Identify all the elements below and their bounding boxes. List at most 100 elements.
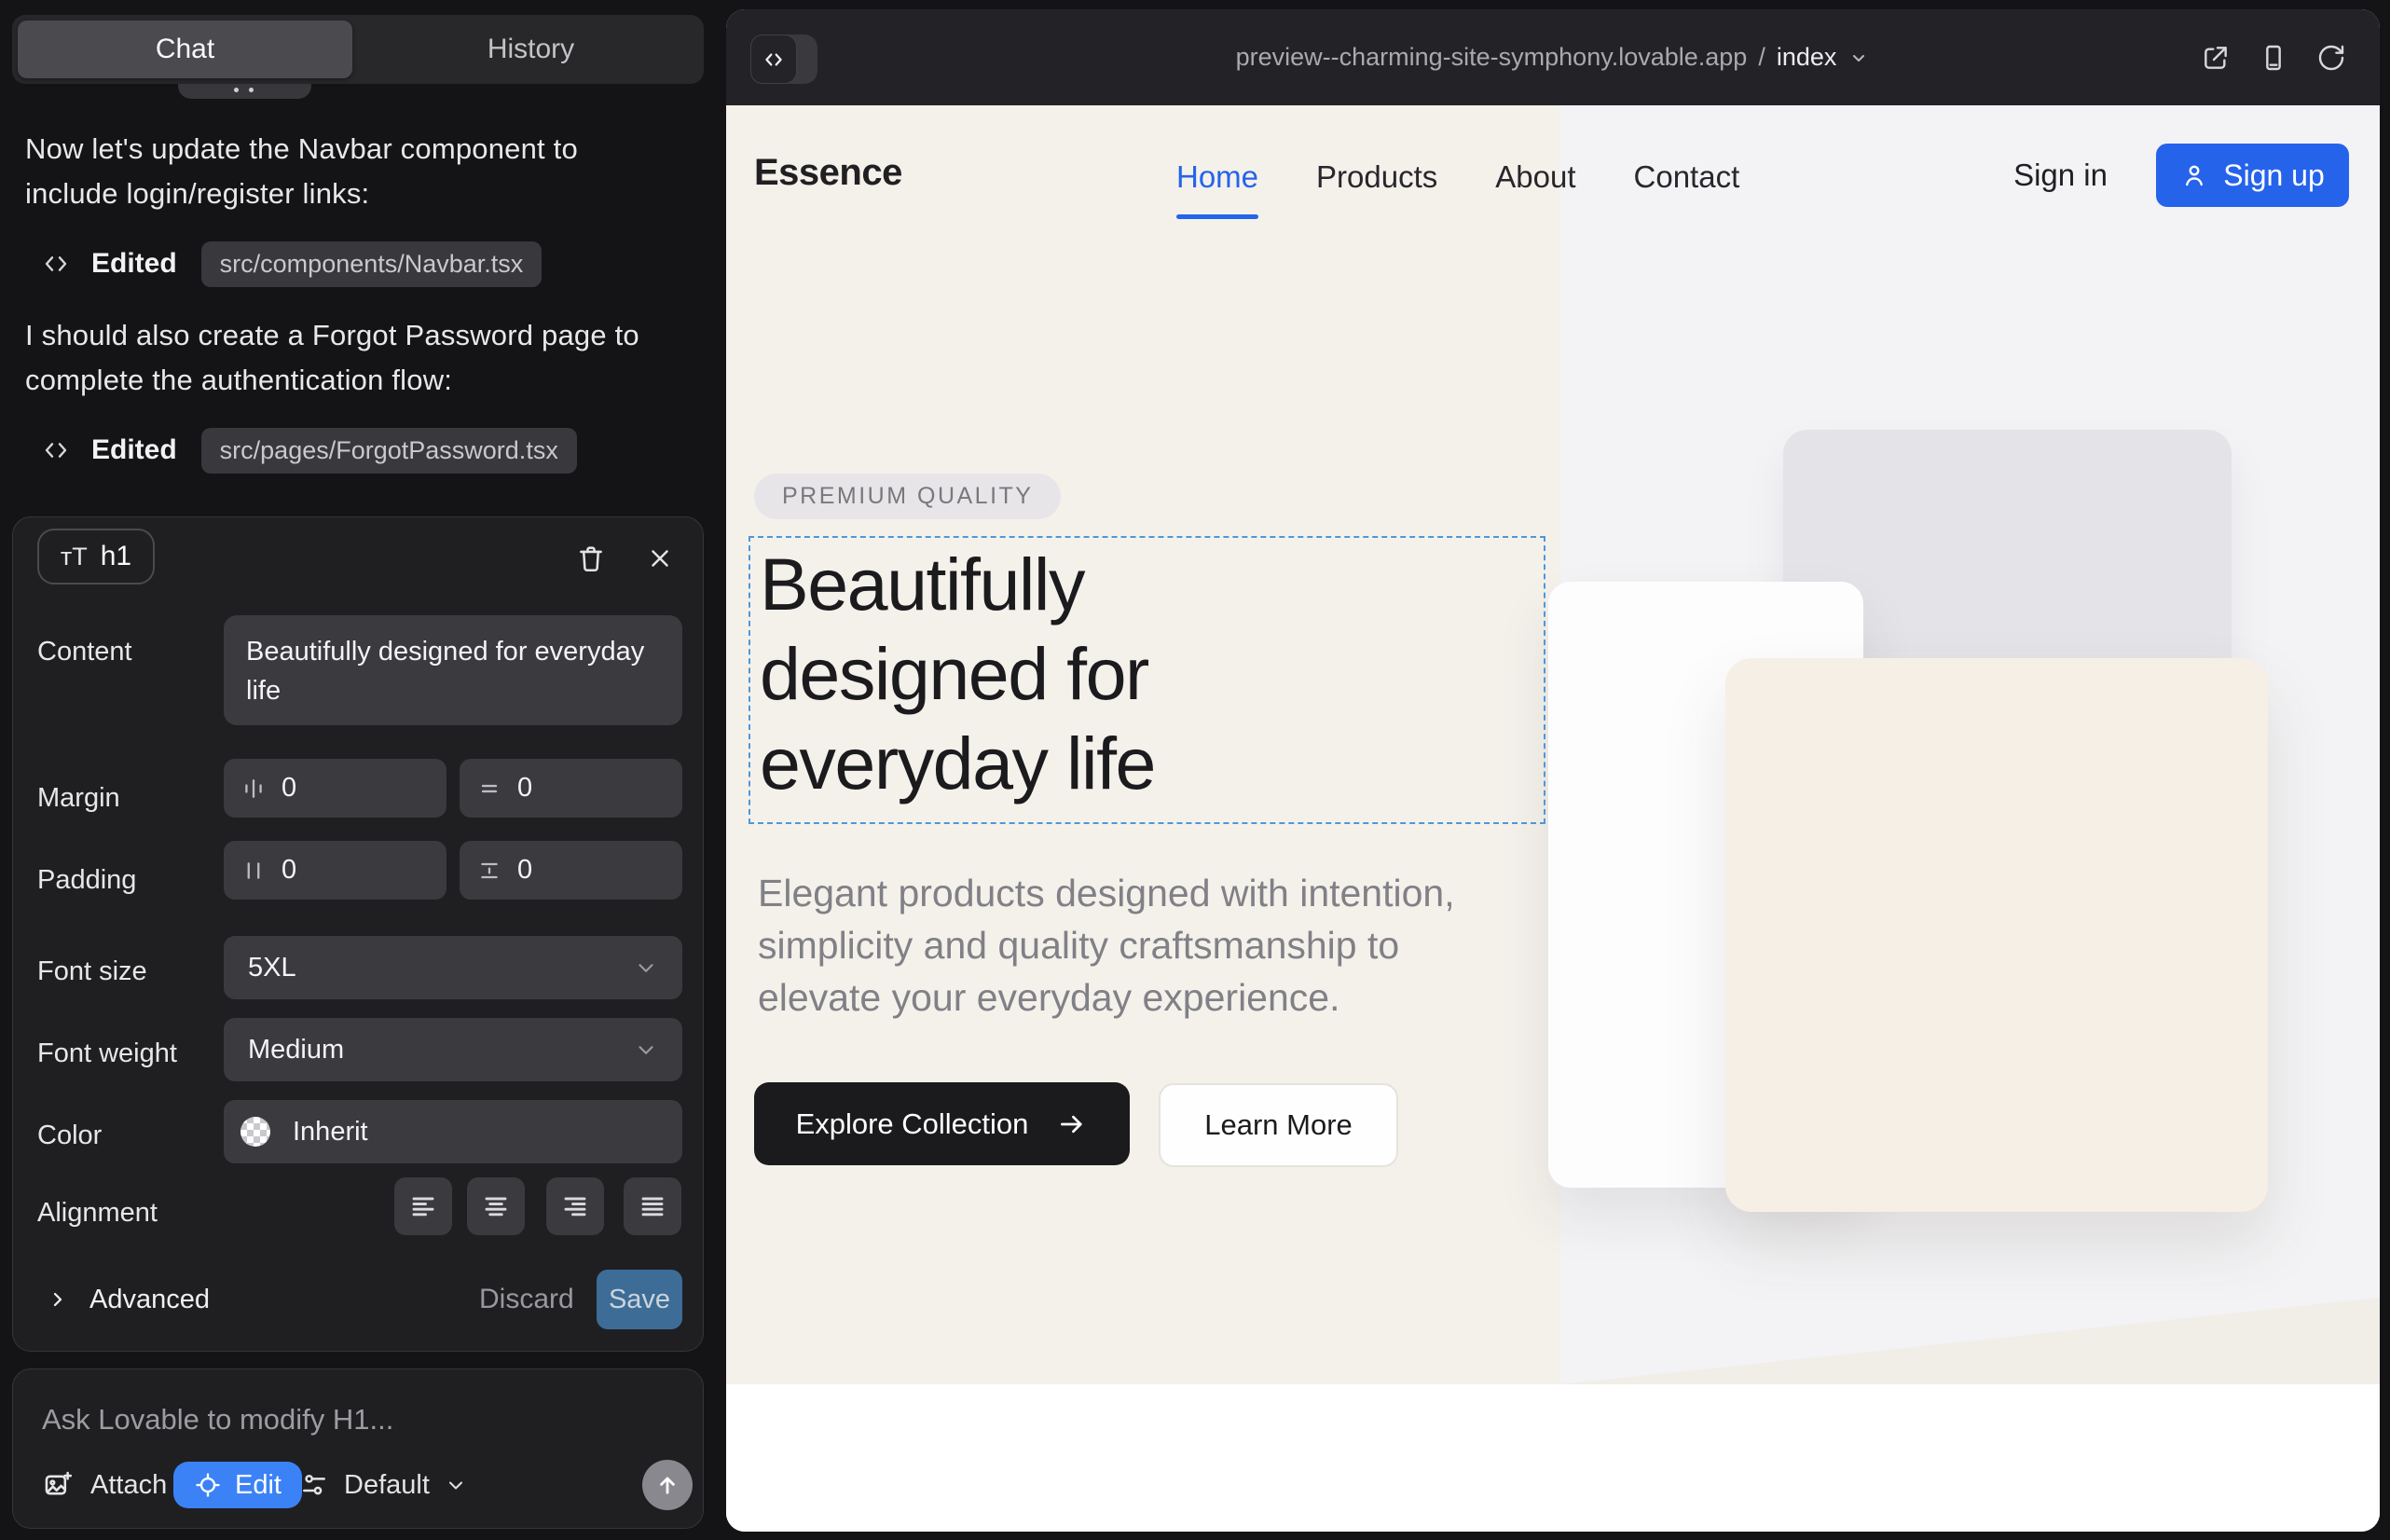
- close-icon: [646, 544, 674, 572]
- edit-label: Edit: [235, 1470, 282, 1501]
- hero-title-line: Beautifully: [760, 540, 1155, 629]
- align-justify-button[interactable]: [624, 1177, 681, 1235]
- premium-quality-badge: PREMIUM QUALITY: [754, 474, 1061, 519]
- code-icon: [41, 249, 71, 279]
- element-editor-panel: тT h1 Content Beautifully designed for e…: [12, 516, 704, 1352]
- padding-label: Padding: [37, 865, 136, 896]
- padding-x-value: 0: [282, 855, 296, 886]
- editor-footer: Advanced Discard Save: [13, 1269, 705, 1330]
- element-tag-label: h1: [101, 541, 131, 572]
- color-value: Inherit: [293, 1117, 368, 1148]
- site-canvas: Essence Home Products About Contact Sign…: [726, 105, 2380, 1532]
- align-center-button[interactable]: [467, 1177, 525, 1235]
- alignment-label: Alignment: [37, 1198, 158, 1229]
- margin-x-value: 0: [282, 773, 296, 804]
- sliders-icon: [299, 1470, 329, 1500]
- sign-up-label: Sign up: [2223, 158, 2325, 193]
- site-logo[interactable]: Essence: [754, 152, 902, 194]
- font-weight-select[interactable]: Medium: [224, 1018, 682, 1081]
- color-label: Color: [37, 1121, 102, 1151]
- arrow-right-icon: [1056, 1108, 1088, 1140]
- arrow-up-icon: [654, 1472, 680, 1498]
- edited-file-row: Edited src/pages/ForgotPassword.tsx: [41, 427, 577, 474]
- nav-link-contact[interactable]: Contact: [1634, 159, 1740, 195]
- h1-selection-outline[interactable]: Beautifully designed for everyday life: [749, 536, 1545, 824]
- user-icon: [2180, 161, 2208, 189]
- nav-link-products[interactable]: Products: [1316, 159, 1437, 195]
- font-size-label: Font size: [37, 956, 147, 987]
- preview-url-selector[interactable]: preview--charming-site-symphony.lovable.…: [726, 9, 2380, 105]
- type-icon: тT: [61, 543, 88, 571]
- chevron-down-icon: [634, 956, 658, 980]
- composer-placeholder[interactable]: Ask Lovable to modify H1...: [42, 1403, 393, 1437]
- margin-vertical-icon: [476, 776, 502, 802]
- open-in-new-tab-icon[interactable]: [2201, 43, 2231, 73]
- nav-link-home[interactable]: Home: [1176, 159, 1258, 195]
- margin-y-input[interactable]: 0: [460, 759, 682, 818]
- align-left-button[interactable]: [394, 1177, 452, 1235]
- padding-x-input[interactable]: 0: [224, 841, 446, 900]
- preview-actions: [2201, 9, 2346, 105]
- sign-in-link[interactable]: Sign in: [2013, 158, 2108, 193]
- learn-more-button[interactable]: Learn More: [1159, 1083, 1398, 1167]
- left-panel: Chat History Now let's update the Navbar…: [0, 0, 726, 1540]
- mode-selector[interactable]: Default: [299, 1459, 467, 1511]
- tab-history-label: History: [488, 34, 574, 65]
- file-chip[interactable]: src/pages/ForgotPassword.tsx: [201, 428, 577, 474]
- hero-description: Elegant products designed with intention…: [758, 867, 1513, 1024]
- padding-horizontal-icon: [240, 858, 267, 884]
- align-center-icon: [482, 1192, 510, 1220]
- chevron-down-icon: [634, 1038, 658, 1062]
- delete-element-button[interactable]: [570, 538, 611, 579]
- hero-title-line: everyday life: [760, 719, 1155, 808]
- content-input[interactable]: Beautifully designed for everyday life: [224, 615, 682, 725]
- tab-chat[interactable]: Chat: [18, 21, 352, 78]
- chevron-right-icon: [47, 1288, 69, 1311]
- explore-collection-button[interactable]: Explore Collection: [754, 1082, 1130, 1165]
- align-justify-icon: [639, 1192, 666, 1220]
- attach-image-icon: [42, 1469, 74, 1501]
- mobile-view-icon[interactable]: [2259, 43, 2288, 73]
- url-page: index: [1777, 43, 1837, 72]
- attach-label: Attach: [90, 1470, 167, 1501]
- nav-link-about[interactable]: About: [1495, 159, 1575, 195]
- send-button[interactable]: [642, 1460, 693, 1510]
- transparent-swatch-icon: [240, 1117, 270, 1147]
- chevron-down-icon: [445, 1474, 467, 1496]
- font-weight-value: Medium: [248, 1035, 344, 1066]
- edit-mode-button[interactable]: Edit: [173, 1462, 302, 1508]
- assistant-message: Now let's update the Navbar component to…: [25, 127, 678, 216]
- align-left-icon: [409, 1192, 437, 1220]
- learn-more-label: Learn More: [1204, 1108, 1353, 1142]
- site-nav: Home Products About Contact: [1176, 159, 1739, 195]
- chat-composer[interactable]: Ask Lovable to modify H1... Attach Edit: [12, 1368, 704, 1529]
- advanced-toggle[interactable]: Advanced: [47, 1269, 210, 1330]
- hero-title[interactable]: Beautifully designed for everyday life: [760, 540, 1155, 808]
- close-editor-button[interactable]: [639, 538, 680, 579]
- color-select[interactable]: Inherit: [224, 1100, 682, 1163]
- align-right-button[interactable]: [546, 1177, 604, 1235]
- margin-label: Margin: [37, 783, 120, 814]
- file-chip[interactable]: src/components/Navbar.tsx: [201, 241, 543, 287]
- attach-button[interactable]: Attach: [42, 1459, 167, 1511]
- chat-history-tabbar: Chat History: [12, 15, 704, 84]
- margin-y-value: 0: [517, 773, 532, 804]
- assistant-message: I should also create a Forgot Password p…: [25, 313, 678, 403]
- edited-label: Edited: [91, 248, 177, 280]
- mode-label: Default: [344, 1470, 430, 1501]
- sign-up-button[interactable]: Sign up: [2156, 144, 2349, 207]
- margin-x-input[interactable]: 0: [224, 759, 446, 818]
- padding-y-input[interactable]: 0: [460, 841, 682, 900]
- hero-title-line: designed for: [760, 629, 1155, 719]
- discard-button[interactable]: Discard: [479, 1269, 574, 1330]
- preview-topbar: preview--charming-site-symphony.lovable.…: [726, 9, 2380, 105]
- decorative-card-cream: [1725, 658, 2268, 1212]
- code-icon: [41, 435, 71, 465]
- tab-history[interactable]: History: [364, 21, 698, 78]
- composer-toolbar: Attach Edit Default: [13, 1459, 705, 1511]
- url-separator: /: [1758, 43, 1765, 72]
- explore-collection-label: Explore Collection: [796, 1107, 1029, 1141]
- refresh-icon[interactable]: [2316, 43, 2346, 73]
- save-button[interactable]: Save: [597, 1270, 682, 1329]
- font-size-select[interactable]: 5XL: [224, 936, 682, 999]
